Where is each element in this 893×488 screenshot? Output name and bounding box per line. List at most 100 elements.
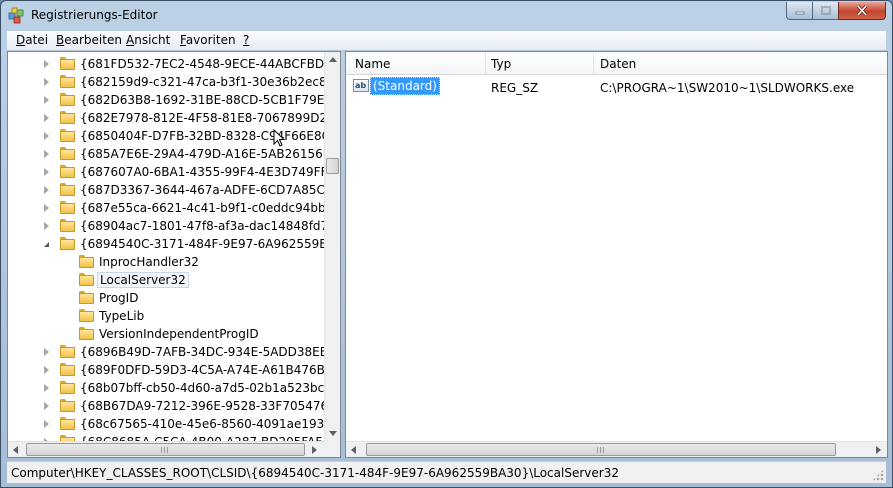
- tree-key-label[interactable]: {68c67565-410e-45e6-8560-4091ae193481}: [78, 417, 324, 431]
- column-divider[interactable]: [593, 52, 594, 74]
- menu-datei[interactable]: Datei: [16, 33, 48, 47]
- key-tree-pane[interactable]: {681FD532-7EC2-4548-9ECE-44ABCFBD254} {68…: [7, 51, 341, 458]
- values-pane[interactable]: Name Typ Daten ab (Standard) REG_SZ C:\P…: [345, 51, 888, 458]
- folder-icon: [60, 417, 75, 430]
- tree-key[interactable]: {68B67DA9-7212-396E-9528-33F70547660E}: [8, 397, 324, 415]
- tree-key-label[interactable]: {681FD532-7EC2-4548-9ECE-44ABCFBD254}: [78, 57, 324, 71]
- collapsed-arrow-icon[interactable]: [44, 60, 49, 68]
- tree-key-label[interactable]: {6894540C-3171-484F-9E97-6A962559BA30}: [78, 237, 324, 251]
- maximize-icon: [820, 5, 831, 15]
- tree-key[interactable]: {68904ac7-1801-47f8-af3a-dac14848fd75}: [8, 217, 324, 235]
- menu-help[interactable]: ?: [243, 33, 249, 47]
- grip-line: [603, 447, 604, 453]
- tree-key-label[interactable]: {687607A0-6BA1-4355-99F4-4E3D749FFB19}: [78, 165, 324, 179]
- tree-key-label[interactable]: {682159d9-c321-47ca-b3f1-30e36b2ec8b9}: [78, 75, 324, 89]
- collapsed-arrow-icon[interactable]: [44, 168, 49, 176]
- scroll-left-icon[interactable]: [351, 446, 356, 454]
- scroll-right-icon[interactable]: [876, 446, 881, 454]
- tree-key[interactable]: {681FD532-7EC2-4548-9ECE-44ABCFBD254}: [8, 55, 324, 73]
- tree-key-label[interactable]: {685A7E6E-29A4-479D-A16E-5AB26156E4A6}: [78, 147, 324, 161]
- tree-horizontal-scrollbar[interactable]: [8, 441, 324, 457]
- tree-key[interactable]: {689F0DFD-59D3-4C5A-A74E-A61B476B0B0E}: [8, 361, 324, 379]
- tree-key-label[interactable]: {6896B49D-7AFB-34DC-934E-5ADD38EEEE39}: [78, 345, 324, 359]
- collapsed-arrow-icon[interactable]: [44, 222, 49, 230]
- menu-ansicht[interactable]: Ansicht: [126, 33, 170, 47]
- string-value-icon: ab: [353, 79, 369, 92]
- tree-horizontal-scroll-thumb[interactable]: [26, 443, 305, 456]
- collapsed-arrow-icon[interactable]: [44, 204, 49, 212]
- tree-key-label[interactable]: ProgID: [97, 291, 140, 305]
- tree-key-label[interactable]: InprocHandler32: [97, 255, 201, 269]
- column-divider[interactable]: [485, 52, 486, 74]
- tree-key-label[interactable]: {682D63B8-1692-31BE-88CD-5CB1F79EDB7B}: [78, 93, 324, 107]
- collapsed-arrow-icon[interactable]: [44, 402, 49, 410]
- column-data[interactable]: Daten: [600, 57, 636, 71]
- menu-label-rest: earbeiten: [64, 33, 122, 47]
- tree-key[interactable]: {687D3367-3644-467a-ADFE-6CD7A85C4A2C}: [8, 181, 324, 199]
- column-type[interactable]: Typ: [491, 57, 511, 71]
- grip-line: [597, 447, 598, 453]
- tree-subkey[interactable]: TypeLib: [8, 307, 324, 325]
- collapsed-arrow-icon[interactable]: [44, 366, 49, 374]
- collapsed-arrow-icon[interactable]: [44, 96, 49, 104]
- tree-key-label[interactable]: {689F0DFD-59D3-4C5A-A74E-A61B476B0B0E}: [78, 363, 324, 377]
- tree-key-label[interactable]: {687e55ca-6621-4c41-b9f1-c0eddc94bb05}: [78, 201, 324, 215]
- tree-vertical-scrollbar[interactable]: [324, 52, 340, 441]
- collapsed-arrow-icon[interactable]: [44, 78, 49, 86]
- tree-key[interactable]: {68c67565-410e-45e6-8560-4091ae193481}: [8, 415, 324, 433]
- tree-key-label[interactable]: {6850404F-D7FB-32BD-8328-C94F66E8C1C7}: [78, 129, 324, 143]
- scroll-left-icon[interactable]: [13, 446, 18, 454]
- folder-icon: [60, 237, 75, 250]
- values-horizontal-scrollbar[interactable]: [346, 441, 887, 457]
- tree-subkey[interactable]: LocalServer32: [8, 271, 324, 289]
- value-name[interactable]: (Standard): [370, 77, 440, 95]
- tree-key[interactable]: {6896B49D-7AFB-34DC-934E-5ADD38EEEE39}: [8, 343, 324, 361]
- tree-key[interactable]: {6894540C-3171-484F-9E97-6A962559BA30}: [8, 235, 324, 253]
- folder-icon: [60, 111, 75, 124]
- collapsed-arrow-icon[interactable]: [44, 186, 49, 194]
- key-tree[interactable]: {681FD532-7EC2-4548-9ECE-44ABCFBD254} {68…: [8, 52, 324, 441]
- tree-subkey[interactable]: VersionIndependentProgID: [8, 325, 324, 343]
- collapsed-arrow-icon[interactable]: [44, 384, 49, 392]
- values-horizontal-scroll-thumb[interactable]: [366, 443, 836, 456]
- collapsed-arrow-icon[interactable]: [44, 348, 49, 356]
- tree-key-label[interactable]: {68B67DA9-7212-396E-9528-33F70547660E}: [78, 399, 324, 413]
- tree-key[interactable]: {68C8685A-C5CA-4B00-A287-BD205FAF4FF5}: [8, 433, 324, 441]
- maximize-button[interactable]: [812, 2, 839, 20]
- tree-subkey[interactable]: InprocHandler32: [8, 253, 324, 271]
- tree-key[interactable]: {687e55ca-6621-4c41-b9f1-c0eddc94bb05}: [8, 199, 324, 217]
- title-bar[interactable]: Registrierungs-Editor: [1, 1, 892, 31]
- column-name[interactable]: Name: [355, 57, 390, 71]
- registry-app-icon: [8, 7, 24, 24]
- collapsed-arrow-icon[interactable]: [44, 420, 49, 428]
- scroll-up-icon[interactable]: [329, 57, 337, 62]
- tree-key-label[interactable]: {682E7978-812E-4F58-81E8-7067899D2328}: [78, 111, 324, 125]
- folder-icon: [60, 57, 75, 70]
- expanded-arrow-icon[interactable]: [44, 242, 49, 247]
- tree-key-label[interactable]: {68904ac7-1801-47f8-af3a-dac14848fd75}: [78, 219, 324, 233]
- tree-key[interactable]: {68b07bff-cb50-4d60-a7d5-02b1a523bc8c}: [8, 379, 324, 397]
- collapsed-arrow-icon[interactable]: [44, 114, 49, 122]
- tree-key[interactable]: {687607A0-6BA1-4355-99F4-4E3D749FFB19}: [8, 163, 324, 181]
- tree-key-label[interactable]: {68b07bff-cb50-4d60-a7d5-02b1a523bc8c}: [78, 381, 324, 395]
- tree-key[interactable]: {682E7978-812E-4F58-81E8-7067899D2328}: [8, 109, 324, 127]
- tree-subkey[interactable]: ProgID: [8, 289, 324, 307]
- menu-bearbeiten[interactable]: Bearbeiten: [56, 33, 122, 47]
- tree-vertical-scroll-thumb[interactable]: [326, 158, 339, 174]
- tree-key[interactable]: {682159d9-c321-47ca-b3f1-30e36b2ec8b9}: [8, 73, 324, 91]
- tree-key-label[interactable]: TypeLib: [97, 309, 146, 323]
- collapsed-arrow-icon[interactable]: [44, 150, 49, 158]
- tree-key-label[interactable]: VersionIndependentProgID: [97, 327, 261, 341]
- close-button[interactable]: [838, 2, 886, 20]
- tree-key[interactable]: {682D63B8-1692-31BE-88CD-5CB1F79EDB7B}: [8, 91, 324, 109]
- menu-favoriten[interactable]: Favoriten: [180, 33, 236, 47]
- resize-grip-icon[interactable]: [872, 469, 884, 481]
- scroll-down-icon[interactable]: [329, 431, 337, 436]
- tree-key-label[interactable]: LocalServer32: [97, 272, 189, 288]
- scroll-right-icon[interactable]: [312, 446, 317, 454]
- status-bar: Computer\HKEY_CLASSES_ROOT\CLSID\{689454…: [7, 461, 886, 483]
- value-row[interactable]: ab (Standard) REG_SZ C:\PROGRA~1\SW2010~…: [346, 76, 887, 95]
- collapsed-arrow-icon[interactable]: [44, 132, 49, 140]
- tree-key-label[interactable]: {687D3367-3644-467a-ADFE-6CD7A85C4A2C}: [78, 183, 324, 197]
- minimize-button[interactable]: [786, 2, 813, 20]
